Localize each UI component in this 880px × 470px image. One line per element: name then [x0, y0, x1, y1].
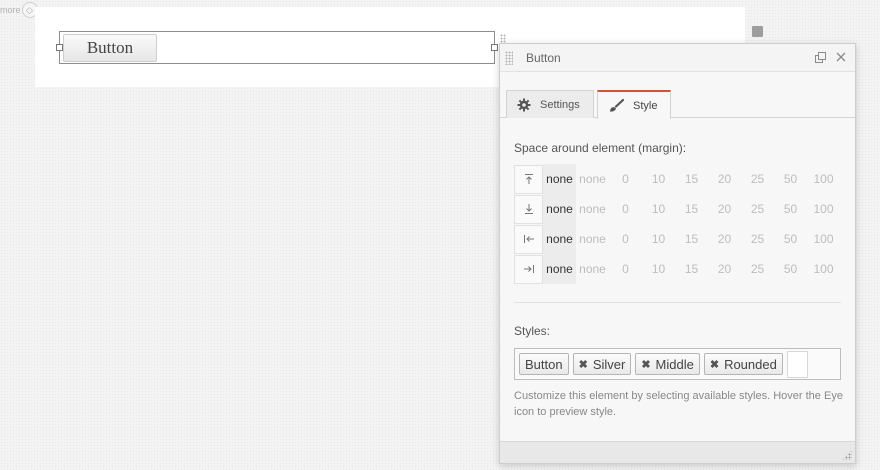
style-chip-label: Silver [592, 356, 626, 372]
margin-row-top: none none 0 10 15 20 25 50 100 [514, 164, 840, 194]
margin-option[interactable]: 10 [642, 202, 675, 216]
margin-option[interactable]: 20 [708, 172, 741, 186]
margin-option[interactable]: 0 [609, 202, 642, 216]
panel-header[interactable]: Button [500, 44, 855, 72]
tab-settings[interactable]: Settings [506, 90, 594, 118]
style-chip[interactable]: ✖ Rounded [703, 353, 783, 375]
panel-tabs: Settings Style [500, 72, 855, 119]
styles-search-input[interactable] [786, 350, 808, 378]
margin-option[interactable]: 50 [774, 262, 807, 276]
margin-row-bottom: none none 0 10 15 20 25 50 100 [514, 194, 840, 224]
margin-current-value: none [543, 194, 576, 224]
style-chip[interactable]: ✖ Silver [572, 353, 632, 375]
style-panel: Button Settings Style Space around eleme… [499, 43, 856, 464]
remove-icon[interactable]: ✖ [710, 358, 719, 371]
paintbrush-icon [608, 98, 624, 113]
margin-option[interactable]: 25 [741, 172, 774, 186]
margin-bottom-icon [514, 194, 543, 224]
margin-option[interactable]: 20 [708, 232, 741, 246]
margin-option[interactable]: 25 [741, 202, 774, 216]
panel-title: Button [526, 50, 561, 65]
margin-option[interactable]: 50 [774, 202, 807, 216]
tab-style[interactable]: Style [597, 90, 671, 119]
resize-grip-icon[interactable] [842, 450, 852, 460]
resize-handle-right[interactable] [491, 44, 498, 51]
margin-option[interactable]: none [576, 202, 609, 216]
gear-icon [517, 98, 531, 112]
margin-current-value: none [543, 254, 576, 284]
tab-style-label: Style [633, 99, 658, 112]
margin-option[interactable]: none [576, 172, 609, 186]
margin-row-right: none none 0 10 15 20 25 50 100 [514, 254, 840, 284]
remove-icon[interactable]: ✖ [579, 358, 588, 371]
close-icon[interactable] [835, 50, 847, 64]
panel-footer [500, 441, 855, 463]
styles-help-text: Customize this element by selecting avai… [514, 390, 843, 418]
panel-drag-icon[interactable] [505, 50, 513, 65]
styles-tag-input[interactable]: Button ✖ Silver ✖ Middle ✖ Rounded [514, 348, 841, 380]
margin-option[interactable]: 0 [609, 232, 642, 246]
remove-icon[interactable]: ✖ [641, 358, 650, 371]
margin-option[interactable]: none [576, 232, 609, 246]
margin-option[interactable]: 100 [807, 202, 840, 216]
margin-option[interactable]: 20 [708, 262, 741, 276]
canvas-button[interactable]: Button [63, 34, 157, 62]
style-chip[interactable]: Button [519, 353, 569, 375]
margin-option[interactable]: 10 [642, 172, 675, 186]
margin-option[interactable]: 50 [774, 232, 807, 246]
margin-option[interactable]: 100 [807, 172, 840, 186]
resize-handle-left[interactable] [56, 44, 63, 51]
popout-icon[interactable] [814, 50, 826, 64]
margin-section-label: Space around element (margin): [514, 141, 687, 155]
margin-right-icon [514, 254, 543, 284]
margin-option[interactable]: 0 [609, 262, 642, 276]
margin-left-icon [514, 224, 543, 254]
margin-option[interactable]: 15 [675, 172, 708, 186]
more-label: more [0, 5, 21, 15]
margin-top-icon [514, 164, 543, 194]
margin-option[interactable]: 20 [708, 202, 741, 216]
styles-label: Styles: [514, 324, 551, 338]
more-toggle[interactable]: more ◇ [0, 1, 38, 19]
margin-option[interactable]: 0 [609, 172, 642, 186]
style-chip-label: Middle [655, 356, 694, 372]
style-chip-label: Button [525, 356, 563, 372]
margin-option[interactable]: 15 [675, 202, 708, 216]
margin-option[interactable]: none [576, 262, 609, 276]
tab-settings-label: Settings [540, 98, 580, 111]
margin-option[interactable]: 25 [741, 262, 774, 276]
margin-option[interactable]: 10 [642, 232, 675, 246]
margin-option[interactable]: 100 [807, 262, 840, 276]
margin-row-left: none none 0 10 15 20 25 50 100 [514, 224, 840, 254]
side-square-icon[interactable] [752, 26, 763, 37]
margin-option[interactable]: 50 [774, 172, 807, 186]
margin-current-value: none [543, 224, 576, 254]
style-chip[interactable]: ✖ Middle [635, 353, 700, 375]
margin-grid: none none 0 10 15 20 25 50 100 none none… [514, 164, 840, 284]
margin-option[interactable]: 15 [675, 262, 708, 276]
margin-current-value: none [543, 164, 576, 194]
selected-button-element[interactable]: Button [56, 31, 498, 64]
margin-option[interactable]: 25 [741, 232, 774, 246]
section-divider [514, 302, 841, 303]
margin-option[interactable]: 100 [807, 232, 840, 246]
margin-option[interactable]: 10 [642, 262, 675, 276]
margin-option[interactable]: 15 [675, 232, 708, 246]
style-chip-label: Rounded [724, 356, 777, 372]
